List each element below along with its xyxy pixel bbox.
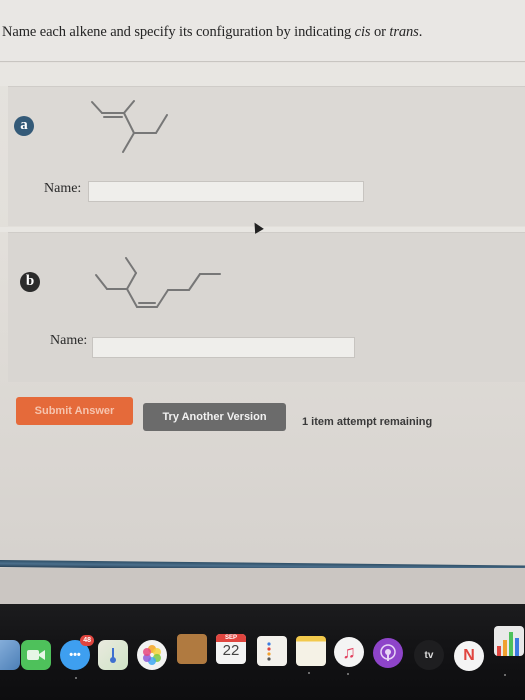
running-indicator: [308, 672, 310, 674]
broadcast-icon: [380, 644, 396, 661]
attempts-remaining-text: 1 item attempt remaining: [302, 416, 433, 428]
music-note-icon: ♫: [342, 641, 356, 662]
bond: [91, 101, 103, 114]
submit-answer-button[interactable]: Submit Answer: [16, 397, 133, 425]
apple-tv-icon[interactable]: tv: [414, 640, 444, 670]
molecule-b-structure: [95, 257, 221, 308]
bond: [155, 114, 168, 134]
question-a-panel: [8, 86, 525, 226]
bezel-area: [0, 568, 525, 608]
bond: [125, 257, 137, 274]
instruction-middle: or: [370, 24, 390, 40]
running-indicator: [347, 673, 349, 675]
maps-icon[interactable]: [98, 640, 128, 670]
calendar-icon[interactable]: SEP 22: [216, 634, 246, 664]
podcasts-icon[interactable]: [373, 638, 403, 668]
dock: ••• 48 SEP 22 ♫ tv N: [0, 604, 525, 700]
instruction-suffix: .: [418, 24, 423, 40]
instruction-prefix: Name each alkene and specify its configu…: [2, 24, 355, 40]
bond: [122, 132, 135, 153]
bond: [156, 289, 169, 308]
news-n-icon: N: [463, 647, 475, 664]
browser-content: Name each alkene and specify its configu…: [0, 0, 525, 610]
question-a-name-label: Name:: [44, 181, 82, 196]
numbers-icon[interactable]: [494, 626, 524, 656]
finder-icon[interactable]: [0, 640, 20, 670]
bar-chart-icon: [497, 632, 519, 656]
try-another-version-button[interactable]: Try Another Version: [143, 403, 286, 431]
question-b-name-input[interactable]: [92, 337, 355, 358]
ellipsis-icon: •••: [69, 649, 81, 661]
news-icon[interactable]: N: [454, 641, 484, 671]
running-indicator: [75, 677, 77, 679]
messages-icon[interactable]: ••• 48: [60, 635, 94, 670]
question-b-name-label: Name:: [50, 333, 88, 348]
question-a-badge: a: [14, 116, 34, 136]
facetime-icon[interactable]: [21, 640, 51, 670]
molecule-a-structure: [91, 100, 168, 153]
running-indicator: [504, 674, 506, 676]
list-icon: [267, 642, 271, 661]
question-b-badge: b: [20, 272, 40, 292]
cis-term: cis: [354, 24, 371, 40]
music-icon[interactable]: ♫: [334, 637, 364, 667]
map-pin-icon: [110, 648, 116, 663]
question-a-name-input[interactable]: [88, 181, 364, 202]
reminders-icon[interactable]: [257, 636, 287, 666]
messages-badge: 48: [80, 635, 94, 646]
bond: [126, 288, 138, 308]
instruction-text: Name each alkene and specify its configu…: [2, 24, 422, 41]
spacer: [0, 63, 525, 86]
notes-icon[interactable]: [296, 636, 326, 666]
bond: [95, 274, 108, 290]
bond: [188, 273, 201, 291]
photos-icon[interactable]: [137, 640, 167, 670]
trans-term: trans: [389, 24, 419, 40]
bond: [123, 100, 135, 114]
calendar-month: SEP: [216, 634, 246, 642]
bond: [126, 272, 137, 290]
instruction-banner: Name each alkene and specify its configu…: [0, 0, 525, 62]
video-camera-icon: [27, 650, 45, 660]
contacts-icon[interactable]: [177, 634, 207, 664]
bond: [123, 112, 135, 134]
pinwheel-icon: [143, 645, 161, 665]
calendar-day: 22: [222, 642, 240, 659]
tv-label: tv: [424, 649, 434, 661]
question-b-panel: [8, 232, 525, 382]
